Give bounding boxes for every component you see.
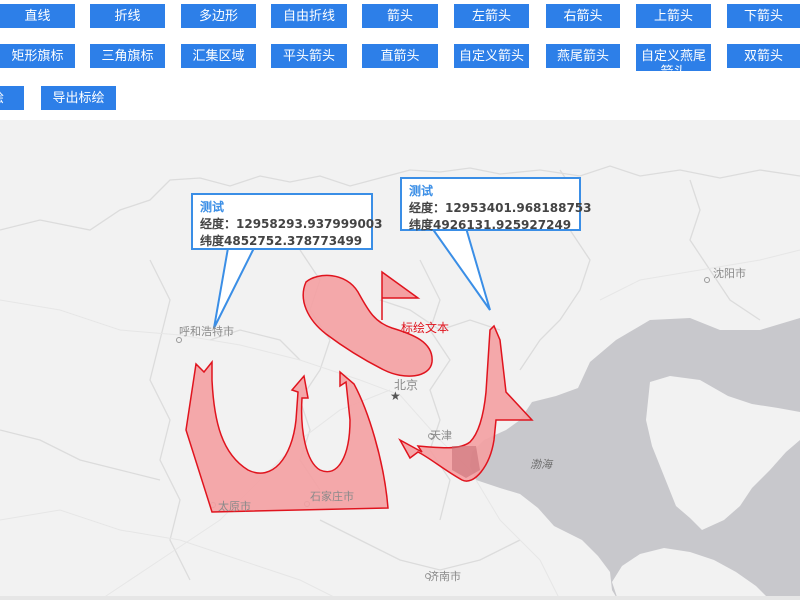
popup2-pointer <box>431 227 491 311</box>
straight-arrow-button[interactable]: 直箭头 <box>362 44 438 68</box>
shenyang-marker <box>704 277 710 283</box>
popup2-title: 测试 <box>409 184 434 198</box>
info-popup-1[interactable]: 测试 经度：12958293.937999003 纬度4852752.37877… <box>191 193 383 250</box>
city-label-taiyuan: 太原市 <box>218 500 251 513</box>
popup1-title: 测试 <box>200 200 225 214</box>
plot-toolbar: 直线 折线 多边形 自由折线 箭头 左箭头 右箭头 上箭头 下箭头 矩形旗标 三… <box>0 0 800 120</box>
city-label-shenyang: 沈阳市 <box>713 267 746 280</box>
free-polyline-button[interactable]: 自由折线 <box>271 4 347 28</box>
custom-swallowtail-arrow-button[interactable]: 自定义燕尾箭头 <box>636 44 711 71</box>
line-button[interactable]: 直线 <box>0 4 75 28</box>
double-arrow-shape[interactable] <box>185 359 389 513</box>
city-label-huhehaote: 呼和浩特市 <box>179 325 234 338</box>
flat-arrow-button[interactable]: 平头箭头 <box>271 44 347 68</box>
export-plot-button[interactable]: 导出标绘 <box>41 86 116 110</box>
popup1-latitude: 纬度4852752.378773499 <box>200 234 363 248</box>
arrow-button[interactable]: 箭头 <box>362 4 438 28</box>
polygon-button[interactable]: 多边形 <box>181 4 256 28</box>
popup2-latitude: 纬度4926131.925927249 <box>409 218 572 232</box>
sea-label-bohai: 渤海 <box>530 458 552 471</box>
swallowtail-arrow-button[interactable]: 燕尾箭头 <box>546 44 620 68</box>
city-label-jinan: 济南市 <box>428 570 461 583</box>
down-arrow-button[interactable]: 下箭头 <box>727 4 800 28</box>
up-arrow-button[interactable]: 上箭头 <box>636 4 711 28</box>
map-view[interactable]: ★ 呼和浩特市 北京 天津 沈阳市 太原市 石家庄市 济南市 渤海 标绘文本 测… <box>0 120 800 600</box>
plot-text-label[interactable]: 标绘文本 <box>401 319 449 336</box>
city-label-shijiazhuang: 石家庄市 <box>310 490 354 503</box>
double-arrow-button[interactable]: 双箭头 <box>727 44 800 68</box>
left-arrow-button[interactable]: 左箭头 <box>454 4 529 28</box>
polyline-button[interactable]: 折线 <box>90 4 165 28</box>
info-popup-2[interactable]: 测试 经度：12953401.968188753 纬度4926131.92592… <box>400 177 592 232</box>
bottom-scrollbar[interactable] <box>0 596 800 600</box>
draw-text-button[interactable]: 绘 <box>0 86 24 110</box>
city-label-tianjin: 天津 <box>430 429 452 442</box>
popup1-longitude: 经度：12958293.937999003 <box>200 217 383 231</box>
popup2-longitude: 经度：12953401.968188753 <box>409 201 592 215</box>
custom-arrow-button[interactable]: 自定义箭头 <box>454 44 529 68</box>
triangle-flag-shape[interactable] <box>381 270 421 320</box>
city-label-beijing: 北京 <box>394 378 419 392</box>
triangle-flag-button[interactable]: 三角旗标 <box>90 44 165 68</box>
popup1-pointer <box>213 247 255 329</box>
right-arrow-button[interactable]: 右箭头 <box>546 4 620 28</box>
rect-flag-button[interactable]: 矩形旗标 <box>0 44 75 68</box>
gathering-area-button[interactable]: 汇集区域 <box>181 44 256 68</box>
